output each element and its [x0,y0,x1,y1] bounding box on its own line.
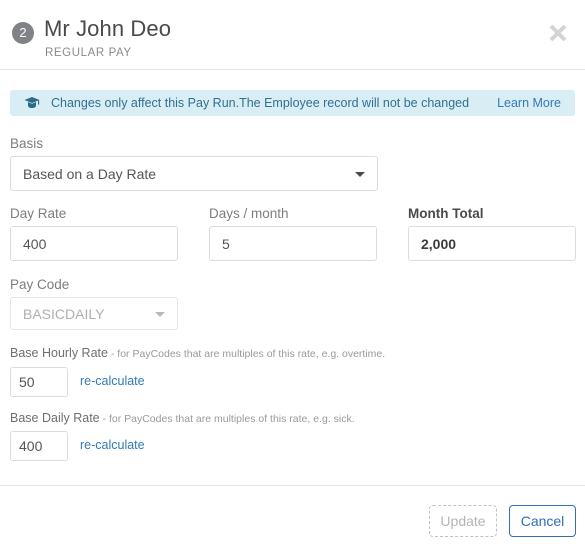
pay-code-select: BASICDAILY [10,297,178,330]
step-number-badge: 2 [12,22,34,44]
basis-label: Basis [10,136,44,151]
days-per-month-label: Days / month [209,206,289,221]
base-hourly-rate-label-text: Base Hourly Rate [10,346,108,360]
chevron-down-icon [155,311,165,317]
base-daily-rate-input[interactable] [10,431,68,461]
basis-select[interactable]: Based on a Day Rate [10,156,378,191]
cancel-button[interactable]: Cancel [509,505,576,537]
base-daily-rate-label: Base Daily Rate - for PayCodes that are … [10,411,355,425]
month-total-label: Month Total [408,206,484,221]
graduation-cap-icon [24,96,40,110]
base-hourly-rate-label: Base Hourly Rate - for PayCodes that are… [10,346,385,360]
update-button[interactable]: Update [429,505,497,537]
base-daily-rate-recalculate-link[interactable]: re-calculate [80,438,145,452]
base-daily-rate-hint: - for PayCodes that are multiples of thi… [99,413,355,425]
banner-message: Changes only affect this Pay Run.The Emp… [51,96,470,110]
base-hourly-rate-input[interactable] [10,367,68,397]
pay-code-select-value: BASICDAILY [23,305,105,322]
base-daily-rate-label-text: Base Daily Rate [10,411,100,425]
month-total-input [408,226,576,261]
page-subtitle: REGULAR PAY [45,47,132,59]
chevron-down-icon [355,171,365,177]
base-hourly-rate-hint: - for PayCodes that are multiples of thi… [107,348,386,360]
pay-code-label: Pay Code [10,277,70,292]
info-banner: Changes only affect this Pay Run.The Emp… [10,90,575,116]
dialog-header: 2 Mr John Deo REGULAR PAY [0,0,585,70]
base-hourly-rate-recalculate-link[interactable]: re-calculate [80,374,145,388]
days-per-month-input[interactable] [209,226,377,261]
learn-more-link[interactable]: Learn More [497,96,561,110]
page-title: Mr John Deo [44,16,172,41]
close-icon[interactable] [545,20,571,46]
day-rate-input[interactable] [10,226,178,261]
day-rate-label: Day Rate [10,206,67,221]
basis-select-value: Based on a Day Rate [23,165,157,182]
footer-divider [0,485,585,486]
